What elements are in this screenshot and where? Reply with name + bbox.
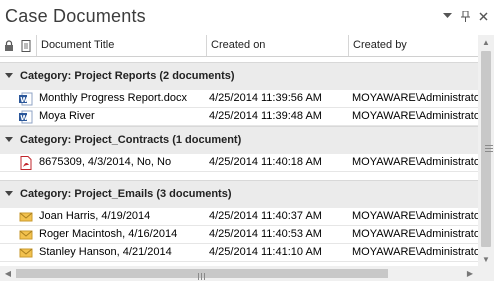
document-title: Stanley Hanson, 4/21/2014 <box>39 246 172 258</box>
close-button[interactable] <box>476 9 490 23</box>
category-group-project-contracts[interactable]: Category: Project_Contracts (1 document) <box>0 126 478 154</box>
document-title: 8675309, 4/3/2014, No, No <box>39 156 172 168</box>
created-on: 4/25/2014 11:40:18 AM <box>209 156 322 168</box>
collapse-arrow-icon[interactable] <box>5 137 13 142</box>
scrollbar-corner <box>478 266 494 281</box>
horizontal-scrollbar[interactable]: ◀ ▶ <box>0 266 478 281</box>
table-row[interactable]: W Monthly Progress Report.docx 4/25/2014… <box>0 90 478 108</box>
chevron-down-icon <box>442 13 452 18</box>
close-icon <box>479 12 487 20</box>
created-by: MOYAWARE\Administrator <box>352 156 478 168</box>
created-by: MOYAWARE\Administrator <box>352 246 478 258</box>
grid-header: Document Title Created on Created by <box>0 35 478 57</box>
pdf-icon <box>19 156 33 170</box>
documents-grid: Document Title Created on Created by Cat… <box>0 35 478 266</box>
column-header-document-title[interactable]: Document Title <box>36 35 206 56</box>
created-by: MOYAWARE\Administrator <box>352 92 478 104</box>
email-icon <box>19 228 33 242</box>
document-title: Monthly Progress Report.docx <box>39 92 187 104</box>
table-row[interactable]: Roger Macintosh, 4/16/2014 4/25/2014 11:… <box>0 226 478 244</box>
category-label: Category: Project_Emails (3 documents) <box>20 188 232 200</box>
created-by: MOYAWARE\Administrator <box>352 228 478 240</box>
pin-icon <box>460 10 470 22</box>
collapse-arrow-icon[interactable] <box>5 191 13 196</box>
table-row[interactable]: 8675309, 4/3/2014, No, No 4/25/2014 11:4… <box>0 154 478 172</box>
document-title: Joan Harris, 4/19/2014 <box>39 210 151 222</box>
created-by: MOYAWARE\Administrator <box>352 110 478 122</box>
scroll-up-arrow-icon[interactable]: ▲ <box>478 35 494 49</box>
document-icon[interactable] <box>21 39 31 57</box>
email-icon <box>19 246 33 260</box>
pin-button[interactable] <box>458 9 472 23</box>
category-label: Category: Project_Contracts (1 document) <box>20 134 242 146</box>
scroll-right-arrow-icon[interactable]: ▶ <box>463 266 477 281</box>
collapse-arrow-icon[interactable] <box>5 73 13 78</box>
svg-text:W: W <box>20 96 28 104</box>
created-on: 4/25/2014 11:39:56 AM <box>209 92 322 104</box>
category-group-project-reports[interactable]: Category: Project Reports (2 documents) <box>0 62 478 90</box>
word-doc-icon: W <box>19 92 33 106</box>
scroll-down-arrow-icon[interactable]: ▼ <box>478 252 494 266</box>
document-title: Roger Macintosh, 4/16/2014 <box>39 228 178 240</box>
created-on: 4/25/2014 11:39:48 AM <box>209 110 322 122</box>
scroll-left-arrow-icon[interactable]: ◀ <box>1 266 15 281</box>
table-row[interactable]: Joan Harris, 4/19/2014 4/25/2014 11:40:3… <box>0 208 478 226</box>
created-on: 4/25/2014 11:40:53 AM <box>209 228 322 240</box>
horizontal-scroll-thumb[interactable] <box>16 269 388 280</box>
panel-menu-button[interactable] <box>440 9 454 23</box>
created-by: MOYAWARE\Administrator <box>352 210 478 222</box>
created-on: 4/25/2014 11:40:37 AM <box>209 210 322 222</box>
email-icon <box>19 210 33 224</box>
category-group-project-emails[interactable]: Category: Project_Emails (3 documents) <box>0 180 478 208</box>
vertical-scroll-thumb[interactable] <box>481 51 493 247</box>
panel-titlebar: Case Documents <box>0 0 494 35</box>
table-row[interactable]: W Moya River 4/25/2014 11:39:48 AM MOYAW… <box>0 108 478 126</box>
panel-title: Case Documents <box>5 6 146 26</box>
column-header-created-on[interactable]: Created on <box>206 35 348 56</box>
vertical-scrollbar[interactable]: ▲ ▼ <box>478 35 494 266</box>
category-label: Category: Project Reports (2 documents) <box>20 70 235 82</box>
document-title: Moya River <box>39 110 95 122</box>
lock-icon[interactable] <box>4 39 14 57</box>
created-on: 4/25/2014 11:41:10 AM <box>209 246 322 258</box>
table-row[interactable]: Stanley Hanson, 4/21/2014 4/25/2014 11:4… <box>0 244 478 262</box>
case-documents-panel: Case Documents Document Title Created on… <box>0 0 494 281</box>
column-header-created-by[interactable]: Created by <box>348 35 478 56</box>
word-doc-icon: W <box>19 110 33 124</box>
svg-text:W: W <box>20 114 28 122</box>
